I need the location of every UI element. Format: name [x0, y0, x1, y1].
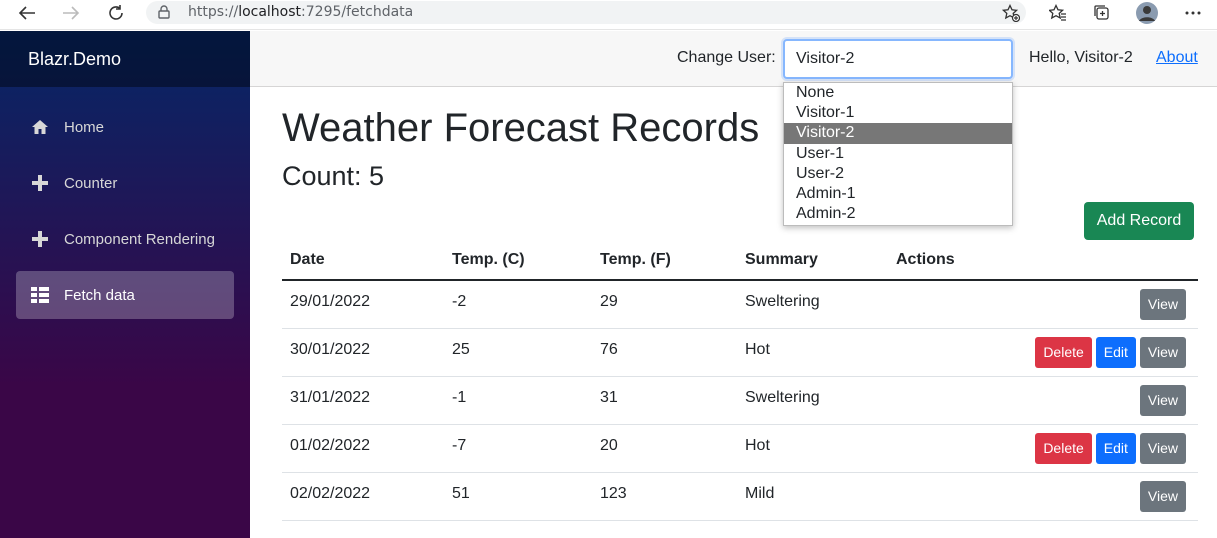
table-row: 01/02/2022 -7 20 Hot Delete Edit View — [282, 424, 1198, 473]
cell-temp-f: 31 — [592, 376, 737, 425]
table-row: 30/01/2022 25 76 Hot Delete Edit View — [282, 328, 1198, 377]
home-icon — [16, 119, 64, 135]
browser-toolbar: https://localhost:7295/fetchdata — [0, 0, 1217, 30]
cell-actions: View — [888, 472, 1198, 521]
sidebar-item-label: Fetch data — [64, 286, 135, 304]
cell-date: 31/01/2022 — [282, 376, 444, 425]
dropdown-option-none[interactable]: None — [784, 83, 1012, 103]
sidebar: Blazr.Demo Home Counter Component Render… — [0, 31, 250, 538]
cell-temp-c: 51 — [444, 472, 592, 521]
nav-menu: Home Counter Component Rendering Fetch d… — [0, 87, 250, 319]
add-record-button[interactable]: Add Record — [1084, 202, 1194, 240]
table-row: 31/01/2022 -1 31 Sweltering View — [282, 376, 1198, 425]
column-header-temp-c: Temp. (C) — [444, 240, 592, 281]
column-header-actions: Actions — [888, 240, 1198, 281]
delete-button[interactable]: Delete — [1035, 432, 1092, 464]
url-text: https://localhost:7295/fetchdata — [188, 4, 414, 20]
plus-icon — [16, 175, 64, 191]
list-icon — [16, 287, 64, 303]
favorites-icon[interactable] — [1047, 3, 1069, 23]
cell-temp-c: 25 — [444, 328, 592, 377]
table-row: 02/02/2022 51 123 Mild View — [282, 472, 1198, 521]
record-count: Count: 5 — [282, 161, 385, 191]
cell-temp-f: 29 — [592, 280, 737, 329]
cell-actions: View — [888, 280, 1198, 329]
cell-date: 29/01/2022 — [282, 280, 444, 329]
table-header-row: Date Temp. (C) Temp. (F) Summary Actions — [282, 240, 1198, 281]
cell-temp-f: 20 — [592, 424, 737, 473]
sidebar-item-home[interactable]: Home — [16, 103, 234, 151]
more-options-icon[interactable] — [1182, 3, 1204, 23]
cell-actions: Delete Edit View — [888, 328, 1198, 377]
top-row: Change User: Visitor-2 Hello, Visitor-2 … — [250, 31, 1217, 87]
cell-summary: Sweltering — [737, 280, 888, 329]
table-row: 29/01/2022 -2 29 Sweltering View — [282, 280, 1198, 329]
dropdown-option-admin-1[interactable]: Admin-1 — [784, 184, 1012, 204]
about-link[interactable]: About — [1156, 49, 1198, 67]
cell-temp-c: -1 — [444, 376, 592, 425]
cell-actions: Delete Edit View — [888, 424, 1198, 473]
sidebar-item-component-rendering[interactable]: Component Rendering — [16, 215, 234, 263]
cell-actions: View — [888, 376, 1198, 425]
dropdown-option-user-1[interactable]: User-1 — [784, 144, 1012, 164]
dropdown-option-user-2[interactable]: User-2 — [784, 164, 1012, 184]
user-select-dropdown: None Visitor-1 Visitor-2 User-1 User-2 A… — [783, 82, 1013, 226]
edit-button[interactable]: Edit — [1095, 336, 1136, 368]
cell-summary: Mild — [737, 472, 888, 521]
lock-icon — [158, 5, 170, 24]
cell-date: 02/02/2022 — [282, 472, 444, 521]
sidebar-item-fetch-data[interactable]: Fetch data — [16, 271, 234, 319]
dropdown-option-visitor-1[interactable]: Visitor-1 — [784, 103, 1012, 123]
cell-summary: Hot — [737, 424, 888, 473]
view-button[interactable]: View — [1139, 432, 1186, 464]
column-header-date: Date — [282, 240, 444, 281]
cell-temp-c: -7 — [444, 424, 592, 473]
user-select[interactable]: Visitor-2 — [783, 39, 1013, 79]
page-title: Weather Forecast Records — [282, 106, 760, 150]
brand-bar: Blazr.Demo — [0, 31, 250, 87]
hello-text: Hello, Visitor-2 — [1029, 49, 1133, 66]
sidebar-item-label: Counter — [64, 174, 118, 192]
cell-temp-c: -2 — [444, 280, 592, 329]
sidebar-item-label: Component Rendering — [64, 230, 215, 248]
plus-icon — [16, 231, 64, 247]
brand-link[interactable]: Blazr.Demo — [28, 49, 121, 70]
dropdown-option-admin-2[interactable]: Admin-2 — [784, 204, 1012, 224]
cell-date: 30/01/2022 — [282, 328, 444, 377]
edit-button[interactable]: Edit — [1095, 432, 1136, 464]
add-favorite-icon[interactable] — [1000, 3, 1022, 23]
profile-avatar-icon[interactable] — [1136, 2, 1158, 24]
cell-summary: Hot — [737, 328, 888, 377]
dropdown-option-visitor-2[interactable]: Visitor-2 — [784, 123, 1012, 144]
forecast-table: Date Temp. (C) Temp. (F) Summary Actions… — [282, 240, 1198, 521]
forward-icon[interactable] — [58, 2, 84, 24]
sidebar-item-label: Home — [64, 118, 105, 136]
view-button[interactable]: View — [1139, 384, 1186, 416]
back-icon[interactable] — [14, 2, 40, 24]
cell-temp-f: 123 — [592, 472, 737, 521]
cell-date: 01/02/2022 — [282, 424, 444, 473]
cell-temp-f: 76 — [592, 328, 737, 377]
column-header-summary: Summary — [737, 240, 888, 281]
cell-summary: Sweltering — [737, 376, 888, 425]
change-user-label: Change User: — [677, 49, 776, 66]
delete-button[interactable]: Delete — [1035, 336, 1092, 368]
column-header-temp-f: Temp. (F) — [592, 240, 737, 281]
collections-icon[interactable] — [1091, 3, 1113, 23]
sidebar-item-counter[interactable]: Counter — [16, 159, 234, 207]
refresh-icon[interactable] — [103, 2, 129, 24]
address-bar[interactable]: https://localhost:7295/fetchdata — [146, 1, 1026, 24]
view-button[interactable]: View — [1139, 289, 1186, 320]
view-button[interactable]: View — [1139, 480, 1186, 512]
view-button[interactable]: View — [1139, 336, 1186, 368]
